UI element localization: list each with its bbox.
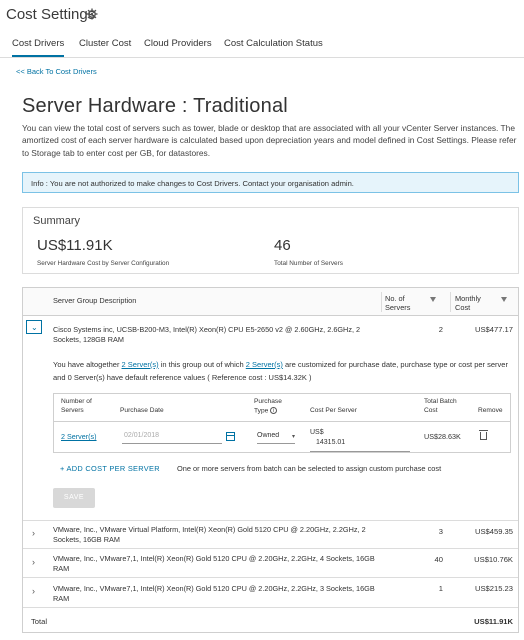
summary-card: Summary US$11.91K Server Hardware Cost b… [22, 207, 519, 274]
column-header-total-batch-cost: Total Batch Cost [424, 398, 457, 414]
column-header-purchase-date: Purchase Date [120, 407, 164, 414]
add-cost-per-server-button[interactable]: + ADD COST PER SERVER [60, 464, 160, 473]
purchase-type-select[interactable]: Owned ▾ [257, 432, 295, 444]
purchase-date-input[interactable]: 02/01/2018 [122, 432, 222, 444]
back-to-cost-drivers-link[interactable]: << Back To Cost Drivers [16, 67, 97, 76]
row-description: VMware, Inc., VMware Virtual Platform, I… [53, 525, 366, 544]
total-label: Total [31, 617, 48, 626]
filter-icon[interactable] [501, 297, 507, 302]
tab-cluster-cost[interactable]: Cluster Cost [79, 38, 131, 55]
column-header-cost: Monthly Cost [455, 294, 481, 312]
info-icon[interactable]: i [270, 406, 278, 414]
add-cost-hint: One or more servers from batch can be se… [177, 464, 442, 473]
total-servers-label: Total Number of Servers [274, 260, 343, 267]
row-monthly-cost: US$459.35 [475, 527, 513, 536]
trash-icon[interactable] [479, 430, 488, 440]
row-monthly-cost: US$10.76K [474, 555, 513, 564]
chevron-right-icon[interactable]: › [32, 586, 35, 596]
total-value: US$11.91K [474, 617, 513, 626]
tab-cloud-providers[interactable]: Cloud Providers [144, 38, 212, 55]
row-description: VMware, Inc., VMware7,1, Intel(R) Xeon(R… [53, 584, 375, 603]
chevron-right-icon[interactable]: › [32, 528, 35, 538]
row-servers: 2 [438, 325, 443, 334]
calendar-icon[interactable] [226, 432, 235, 441]
purchase-cost-grid: Number of Servers Purchase Date Purchase… [53, 393, 511, 453]
column-separator [450, 292, 451, 312]
chevron-right-icon[interactable]: › [32, 557, 35, 567]
cost-per-server-input[interactable]: US$ 14315.01 [310, 428, 410, 452]
column-header-purchase-type: Purchase Type i [254, 398, 294, 415]
summary-text: You have altogether [53, 360, 122, 369]
row-description: Cisco Systems inc, UCSB-B200-M3, Intel(R… [53, 325, 361, 344]
column-header-description: Server Group Description [53, 296, 137, 305]
chevron-down-icon: ▾ [290, 433, 295, 440]
top-header: Cost Settings Cost Drivers Cluster Cost … [0, 0, 524, 58]
page-description: You can view the total cost of servers s… [22, 123, 517, 158]
page-title: Server Hardware : Traditional [22, 95, 288, 117]
table-row: ⌄ Cisco Systems inc, UCSB-B200-M3, Intel… [23, 316, 518, 521]
collapse-row-button[interactable]: ⌄ [26, 320, 42, 334]
server-cost-value: US$11.91K [37, 237, 113, 254]
purchase-type-value: Owned [257, 432, 280, 439]
gear-icon[interactable] [86, 8, 98, 20]
server-group-summary: You have altogether 2 Server(s) in this … [53, 358, 513, 384]
server-cost-label: Server Hardware Cost by Server Configura… [37, 260, 170, 267]
row-servers: 1 [438, 584, 443, 593]
info-alert: Info : You are not authorized to make ch… [22, 172, 519, 193]
cost-value: 14315.01 [316, 439, 346, 446]
server-count-link[interactable]: 2 Server(s) [61, 432, 97, 441]
server-group-grid: Server Group Description No. of Servers … [22, 287, 519, 633]
row-monthly-cost: US$477.17 [475, 325, 513, 334]
filter-icon[interactable] [430, 297, 436, 302]
column-header-servers: No. of Servers [385, 294, 411, 312]
tab-cost-drivers[interactable]: Cost Drivers [12, 38, 65, 57]
column-header-remove: Remove [478, 407, 503, 414]
table-row: › VMware, Inc., VMware7,1, Intel(R) Xeon… [23, 549, 518, 578]
summary-text: in this group out of which [158, 360, 246, 369]
cost-currency: US$ [310, 429, 324, 436]
tab-cost-calculation-status[interactable]: Cost Calculation Status [224, 38, 323, 55]
grid-header: Server Group Description No. of Servers … [23, 288, 518, 316]
row-description: VMware, Inc., VMware7,1, Intel(R) Xeon(R… [53, 554, 375, 573]
column-header-number-of-servers: Number of Servers [61, 398, 92, 414]
chevron-down-icon: ⌄ [31, 323, 38, 332]
summary-title: Summary [33, 215, 81, 227]
column-header-cost-per-server: Cost Per Server [310, 407, 357, 414]
row-servers: 3 [438, 527, 443, 536]
column-separator [381, 292, 382, 312]
table-row: › VMware, Inc., VMware7,1, Intel(R) Xeon… [23, 578, 518, 608]
row-monthly-cost: US$215.23 [475, 584, 513, 593]
customized-servers-link[interactable]: 2 Server(s) [246, 360, 283, 369]
app-title: Cost Settings [6, 6, 96, 23]
purchase-type-label: Purchase Type [254, 398, 282, 414]
total-batch-cost: US$28.63K [424, 432, 461, 441]
row-servers: 40 [434, 555, 443, 564]
all-servers-link[interactable]: 2 Server(s) [122, 360, 159, 369]
table-row: › VMware, Inc., VMware Virtual Platform,… [23, 521, 518, 549]
save-button[interactable]: SAVE [53, 488, 95, 508]
total-row: Total US$11.91K [23, 608, 518, 632]
purchase-grid-header: Number of Servers Purchase Date Purchase… [54, 394, 510, 422]
total-servers-value: 46 [274, 237, 291, 254]
